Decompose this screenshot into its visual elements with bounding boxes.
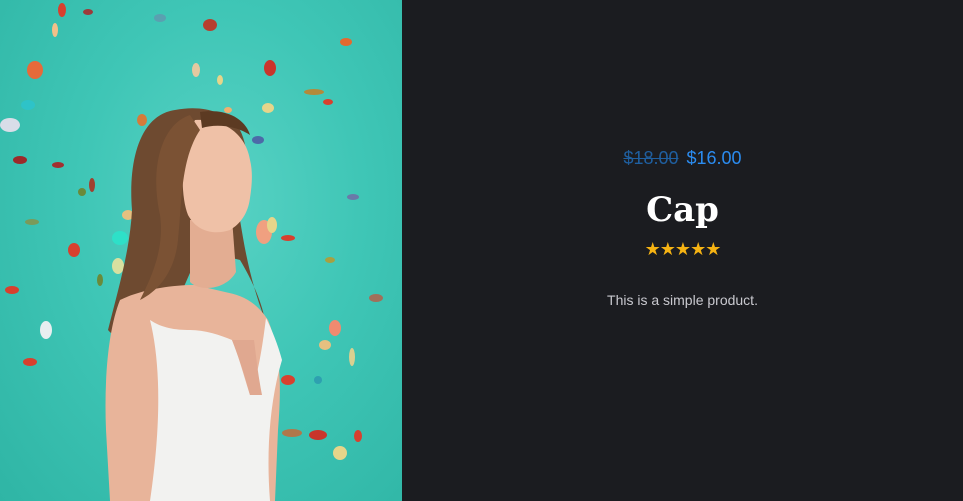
sale-price: $16.00 <box>686 148 742 168</box>
price-row: $18.00 $16.00 <box>402 147 963 169</box>
star-icons: ★★★★★ <box>644 239 722 260</box>
product-photo-illustration <box>0 3 383 501</box>
product-page: $18.00 $16.00 Cap ★★★★★ This is a simple … <box>0 0 963 501</box>
product-details: $18.00 $16.00 Cap ★★★★★ This is a simple … <box>402 0 963 501</box>
product-title[interactable]: Cap <box>402 190 963 230</box>
product-description: This is a simple product. <box>607 292 758 308</box>
star-rating: ★★★★★ <box>402 240 963 260</box>
product-image[interactable] <box>0 0 402 501</box>
regular-price: $18.00 <box>623 148 679 168</box>
model-figure <box>105 108 282 501</box>
